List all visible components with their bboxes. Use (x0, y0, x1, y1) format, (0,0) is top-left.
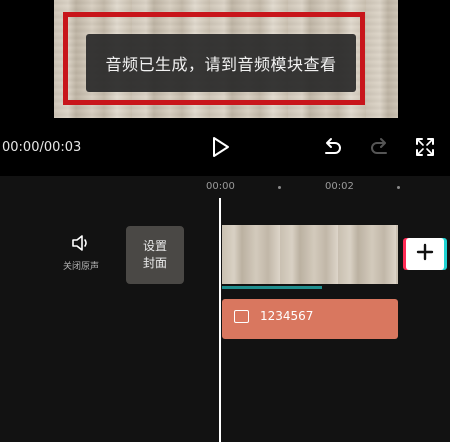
ruler-label-1: 00:02 (325, 181, 354, 192)
video-preview[interactable]: 音频已生成，请到音频模块查看 (0, 0, 450, 118)
timeline[interactable]: 00:00 00:02 关闭原声 设置 封面 1234567 (0, 176, 450, 442)
text-icon (234, 310, 249, 323)
ruler-dot (397, 186, 400, 189)
mute-label: 关闭原声 (62, 262, 99, 272)
text-clip-label: 1234567 (260, 309, 314, 323)
ruler-dot (278, 186, 281, 189)
text-clip[interactable]: 1234567 (222, 299, 398, 339)
plus-icon (416, 243, 434, 265)
player-controls: 00:00/00:03 (0, 118, 450, 176)
set-cover-button[interactable]: 设置 封面 (126, 226, 184, 284)
cover-label-line1: 设置 (142, 239, 167, 253)
time-ruler[interactable]: 00:00 00:02 (0, 176, 450, 198)
timecode: 00:00/00:03 (2, 140, 82, 155)
cover-label-line2: 封面 (142, 256, 167, 270)
undo-icon[interactable] (320, 135, 344, 159)
add-clip-button[interactable] (406, 238, 444, 270)
toast-text: 音频已生成，请到音频模块查看 (105, 55, 337, 74)
ruler-label-0: 00:00 (206, 181, 235, 192)
play-icon[interactable] (208, 135, 232, 159)
fullscreen-icon[interactable] (413, 135, 437, 159)
video-track-progress (222, 286, 322, 289)
speaker-icon (71, 235, 91, 256)
redo-icon[interactable] (368, 135, 392, 159)
toast-message: 音频已生成，请到音频模块查看 (86, 34, 356, 92)
playhead[interactable] (219, 198, 221, 442)
mute-original-audio-button[interactable]: 关闭原声 (56, 234, 106, 272)
video-clip[interactable] (222, 225, 398, 284)
